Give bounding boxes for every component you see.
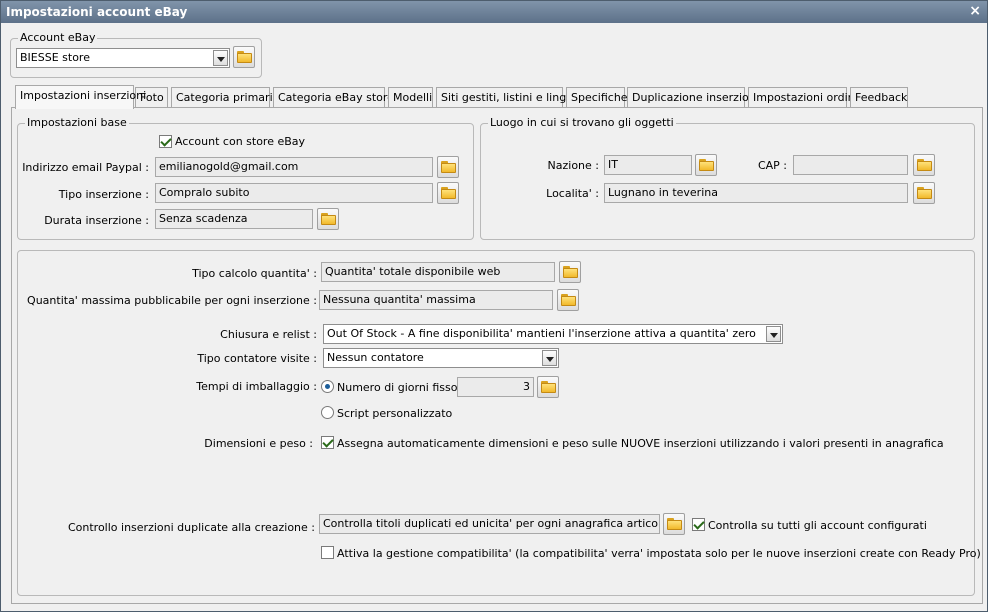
nazione-field[interactable]: IT [604, 155, 692, 175]
tab-modelli[interactable]: Modelli [388, 87, 433, 108]
cap-browse-button[interactable] [913, 154, 935, 176]
tab-siti-gestiti[interactable]: Siti gestiti, listini e lingue [436, 87, 580, 108]
tipo-inserzione-browse-button[interactable] [437, 182, 459, 204]
folder-icon [917, 159, 932, 171]
folder-icon [321, 213, 336, 225]
dimensioni-peso-label: Dimensioni e peso : [204, 437, 313, 450]
folder-icon [699, 159, 714, 171]
nazione-label: Nazione : [547, 159, 599, 172]
folder-icon [441, 161, 456, 173]
tab-categoria-ebay-store[interactable]: Categoria eBay store [273, 87, 394, 108]
tab-label: Siti gestiti, listini e lingue [441, 91, 580, 104]
tipo-inserzione-label: Tipo inserzione : [58, 188, 149, 201]
nazione-browse-button[interactable] [695, 154, 717, 176]
contatore-visite-select[interactable]: Nessun contatore [323, 348, 559, 368]
radio-giorni-fisso[interactable] [321, 380, 334, 393]
email-field[interactable]: emilianogold@gmail.com [155, 157, 433, 177]
store-checkbox-label: Account con store eBay [175, 135, 306, 148]
tipo-inserzione-field[interactable]: Compralo subito [155, 183, 433, 203]
window-title: Impostazioni account eBay [6, 5, 188, 19]
chevron-down-icon[interactable] [766, 326, 781, 342]
tab-label: Duplicazione inserzioni [632, 91, 759, 104]
chiusura-relist-select[interactable]: Out Of Stock - A fine disponibilita' man… [323, 324, 783, 344]
durata-browse-button[interactable] [317, 208, 339, 230]
controllo-duplicate-browse-button[interactable] [663, 513, 685, 535]
giorni-imballaggio-field[interactable]: 3 [457, 377, 534, 397]
chevron-down-icon[interactable] [542, 350, 557, 366]
localita-browse-button[interactable] [913, 182, 935, 204]
radio-script-personalizzato-label: Script personalizzato [337, 407, 453, 420]
account-select[interactable]: BIESSE store [16, 48, 230, 68]
account-browse-button[interactable] [233, 46, 255, 68]
dimensioni-peso-checkbox-label: Assegna automaticamente dimensioni e pes… [337, 437, 944, 450]
tab-duplicazione-inserzioni[interactable]: Duplicazione inserzioni [627, 87, 759, 108]
calcolo-quantita-label: Tipo calcolo quantita' : [192, 267, 317, 280]
folder-icon [563, 266, 578, 278]
folder-icon [667, 518, 682, 530]
radio-script-personalizzato[interactable] [321, 406, 334, 419]
store-checkbox[interactable] [159, 135, 172, 148]
compatibilita-checkbox-label: Attiva la gestione compatibilita' (la co… [337, 547, 981, 560]
settings-window: Impostazioni account eBay × Account eBay… [0, 0, 988, 612]
tab-impostazioni-inserzioni[interactable]: Impostazioni inserzioni [15, 85, 146, 109]
contatore-visite-value: Nessun contatore [327, 351, 424, 364]
tab-label: Feedback [855, 91, 908, 104]
tab-label: Impostazioni ordini [753, 91, 858, 104]
localita-field[interactable]: Lugnano in teverina [604, 183, 908, 203]
contatore-visite-label: Tipo contatore visite : [197, 352, 317, 365]
account-select-value: BIESSE store [20, 51, 90, 64]
tab-impostazioni-ordini[interactable]: Impostazioni ordini [748, 87, 858, 108]
chiusura-relist-label: Chiusura e relist : [220, 328, 317, 341]
tab-label: Specifiche [571, 91, 628, 104]
title-bar: Impostazioni account eBay × [1, 1, 987, 23]
controllo-duplicate-label: Controllo inserzioni duplicate alla crea… [67, 521, 315, 534]
tab-label: Categoria primaria [176, 91, 280, 104]
controllo-duplicate-field[interactable]: Controlla titoli duplicati ed unicita' p… [319, 514, 660, 534]
compatibilita-checkbox[interactable] [321, 546, 334, 559]
folder-icon [541, 381, 556, 393]
location-group: Luogo in cui si trovano gli oggetti [480, 116, 975, 240]
tab-specifiche[interactable]: Specifiche [566, 87, 628, 108]
durata-label: Durata inserzione : [44, 214, 149, 227]
controlla-tutti-checkbox-label: Controlla su tutti gli account configura… [708, 519, 927, 532]
radio-giorni-fisso-label: Numero di giorni fisso [337, 381, 458, 394]
chiusura-relist-value: Out Of Stock - A fine disponibilita' man… [327, 327, 756, 340]
calcolo-quantita-field[interactable]: Quantita' totale disponibile web [321, 262, 555, 282]
base-legend: Impostazioni base [25, 116, 129, 129]
folder-icon [561, 294, 576, 306]
durata-field[interactable]: Senza scadenza [155, 209, 313, 229]
tab-label: Impostazioni inserzioni [20, 89, 147, 102]
close-icon[interactable]: × [969, 3, 981, 19]
account-legend: Account eBay [18, 31, 98, 44]
location-legend: Luogo in cui si trovano gli oggetti [488, 116, 676, 129]
chevron-down-icon[interactable] [213, 50, 228, 66]
folder-icon [237, 51, 252, 63]
quantita-massima-field[interactable]: Nessuna quantita' massima [319, 290, 553, 310]
quantita-massima-browse-button[interactable] [557, 289, 579, 311]
folder-icon [917, 187, 932, 199]
email-label: Indirizzo email Paypal : [22, 161, 149, 174]
cap-field[interactable] [793, 155, 908, 175]
dimensioni-peso-checkbox[interactable] [321, 436, 334, 449]
localita-label: Localita' : [546, 187, 599, 200]
giorni-imballaggio-browse-button[interactable] [537, 376, 559, 398]
tab-label: Modelli [393, 91, 433, 104]
tab-feedback[interactable]: Feedback [850, 87, 908, 108]
imballaggio-label: Tempi di imballaggio : [196, 380, 317, 393]
controlla-tutti-checkbox[interactable] [692, 518, 705, 531]
quantita-massima-label: Quantita' massima pubblicabile per ogni … [27, 294, 317, 307]
tab-categoria-primaria[interactable]: Categoria primaria [171, 87, 279, 108]
email-browse-button[interactable] [437, 156, 459, 178]
tab-label: Categoria eBay store [278, 91, 394, 104]
folder-icon [441, 187, 456, 199]
cap-label: CAP : [757, 159, 787, 172]
calcolo-quantita-browse-button[interactable] [559, 261, 581, 283]
